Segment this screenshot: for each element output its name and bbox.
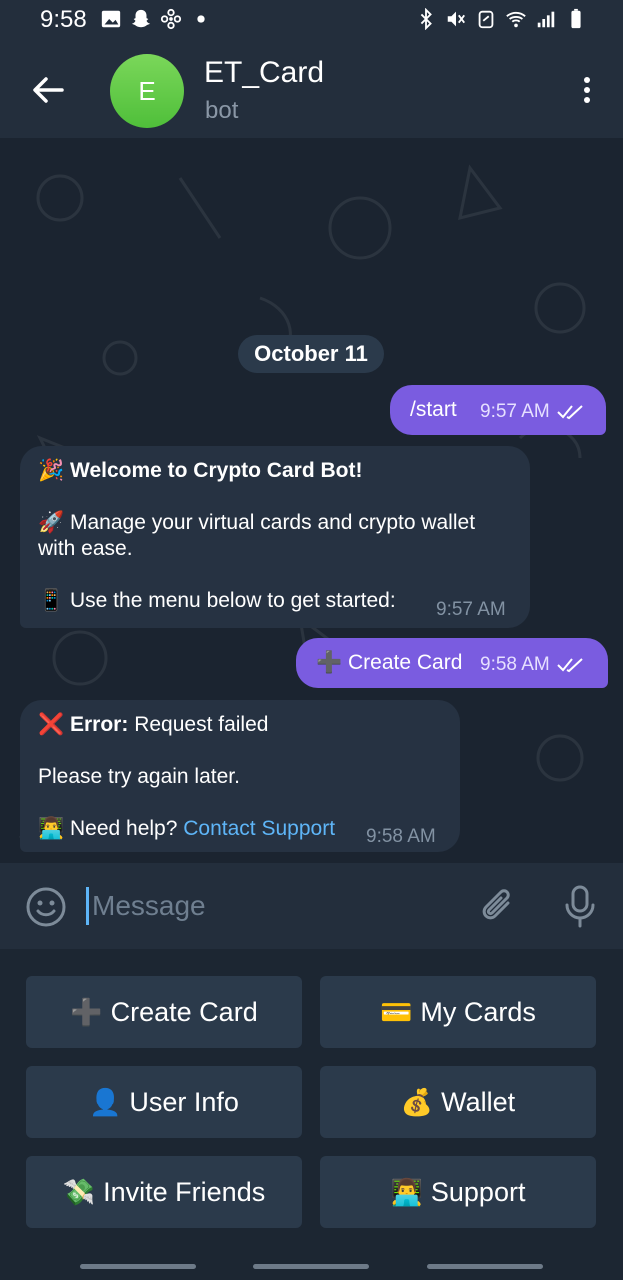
credit-card-icon: 💳 [380, 996, 413, 1027]
rocket-emoji: 🚀 [38, 511, 65, 534]
microphone-icon[interactable] [562, 883, 598, 931]
avatar-letter: E [138, 75, 156, 106]
user-info-button[interactable]: 👤 User Info [26, 1066, 302, 1138]
welcome-description: Manage your virtual cards and crypto wal… [38, 511, 476, 560]
wallet-button[interactable]: 💰 Wallet [320, 1066, 596, 1138]
avatar[interactable]: E [110, 54, 184, 128]
outgoing-message[interactable]: ➕ Create Card 9:58 AM [296, 638, 608, 688]
my-cards-button[interactable]: 💳 My Cards [320, 976, 596, 1048]
incoming-message[interactable]: 🎉 Welcome to Crypto Card Bot! 🚀 Manage y… [20, 446, 530, 628]
signal-icon [537, 11, 555, 28]
message-input[interactable] [86, 881, 466, 931]
chat-area[interactable]: October 11 /start 9:57 AM 🎉 Welcome to C… [0, 138, 623, 863]
wifi-icon [506, 11, 526, 28]
technologist-icon: 👨‍💻 [390, 1176, 423, 1207]
create-card-button[interactable]: ➕ Create Card [26, 976, 302, 1048]
retry-text: Please try again later. [38, 765, 240, 788]
button-label: Support [430, 1176, 526, 1207]
incoming-message[interactable]: ❌ Error: Request failed Please try again… [20, 700, 460, 852]
user-icon: 👤 [89, 1086, 122, 1117]
money-bag-icon: 💰 [400, 1086, 434, 1117]
message-text: Create Card [348, 651, 463, 674]
chat-subtitle: bot [205, 97, 239, 124]
contact-support-link[interactable]: Contact Support [183, 817, 335, 840]
chat-header: E ET_Card bot [0, 42, 623, 138]
money-wings-icon: 💸 [62, 1176, 96, 1207]
battery-saver-icon [478, 10, 494, 29]
error-emoji: ❌ [38, 713, 65, 736]
support-button[interactable]: 👨‍💻 Support [320, 1156, 596, 1228]
error-label: Error: [70, 713, 129, 736]
button-label: Wallet [441, 1086, 516, 1117]
image-icon [101, 10, 121, 28]
system-nav-bar [0, 1254, 623, 1280]
bluetooth-icon [420, 8, 432, 30]
invite-friends-button[interactable]: 💸 Invite Friends [26, 1156, 302, 1228]
phone-emoji: 📱 [38, 589, 65, 612]
outgoing-message[interactable]: /start 9:57 AM [390, 385, 606, 435]
message-composer [0, 863, 623, 949]
battery-icon [571, 8, 581, 29]
snapchat-icon [131, 9, 151, 28]
message-text: /start [410, 398, 457, 421]
dot-icon [197, 15, 205, 23]
read-double-check-icon [557, 405, 583, 420]
welcome-instruction: Use the menu below to get started: [70, 589, 396, 612]
plus-emoji: ➕ [316, 651, 343, 674]
mute-icon [447, 11, 465, 27]
message-time: 9:58 AM [480, 654, 550, 675]
emoji-icon[interactable] [24, 885, 68, 929]
status-time: 9:58 [40, 6, 87, 33]
more-options-icon[interactable] [575, 72, 599, 108]
chat-title[interactable]: ET_Card [204, 56, 324, 90]
party-emoji: 🎉 [38, 459, 65, 482]
attach-icon[interactable] [478, 885, 518, 929]
nav-back-handle[interactable] [427, 1264, 543, 1269]
date-separator: October 11 [238, 335, 384, 373]
button-label: Create Card [110, 996, 258, 1027]
nav-home-handle[interactable] [253, 1264, 369, 1269]
plus-icon: ➕ [70, 996, 103, 1027]
message-time: 9:57 AM [480, 401, 550, 422]
message-time: 9:57 AM [436, 599, 506, 620]
help-text: Need help? [70, 817, 178, 840]
message-time: 9:58 AM [366, 826, 436, 847]
technologist-emoji: 👨‍💻 [38, 817, 65, 840]
nav-recents-handle[interactable] [80, 1264, 196, 1269]
welcome-title: Welcome to Crypto Card Bot! [70, 459, 363, 482]
status-bar: 9:58 [0, 0, 623, 42]
bot-keyboard: ➕ Create Card 💳 My Cards 👤 User Info 💰 W… [0, 949, 623, 1280]
back-arrow-icon[interactable] [28, 70, 68, 110]
read-double-check-icon [557, 658, 583, 673]
button-label: User Info [129, 1086, 239, 1117]
fan-icon [160, 8, 182, 30]
error-text: Request failed [134, 713, 269, 736]
button-label: Invite Friends [103, 1176, 266, 1207]
button-label: My Cards [420, 996, 536, 1027]
